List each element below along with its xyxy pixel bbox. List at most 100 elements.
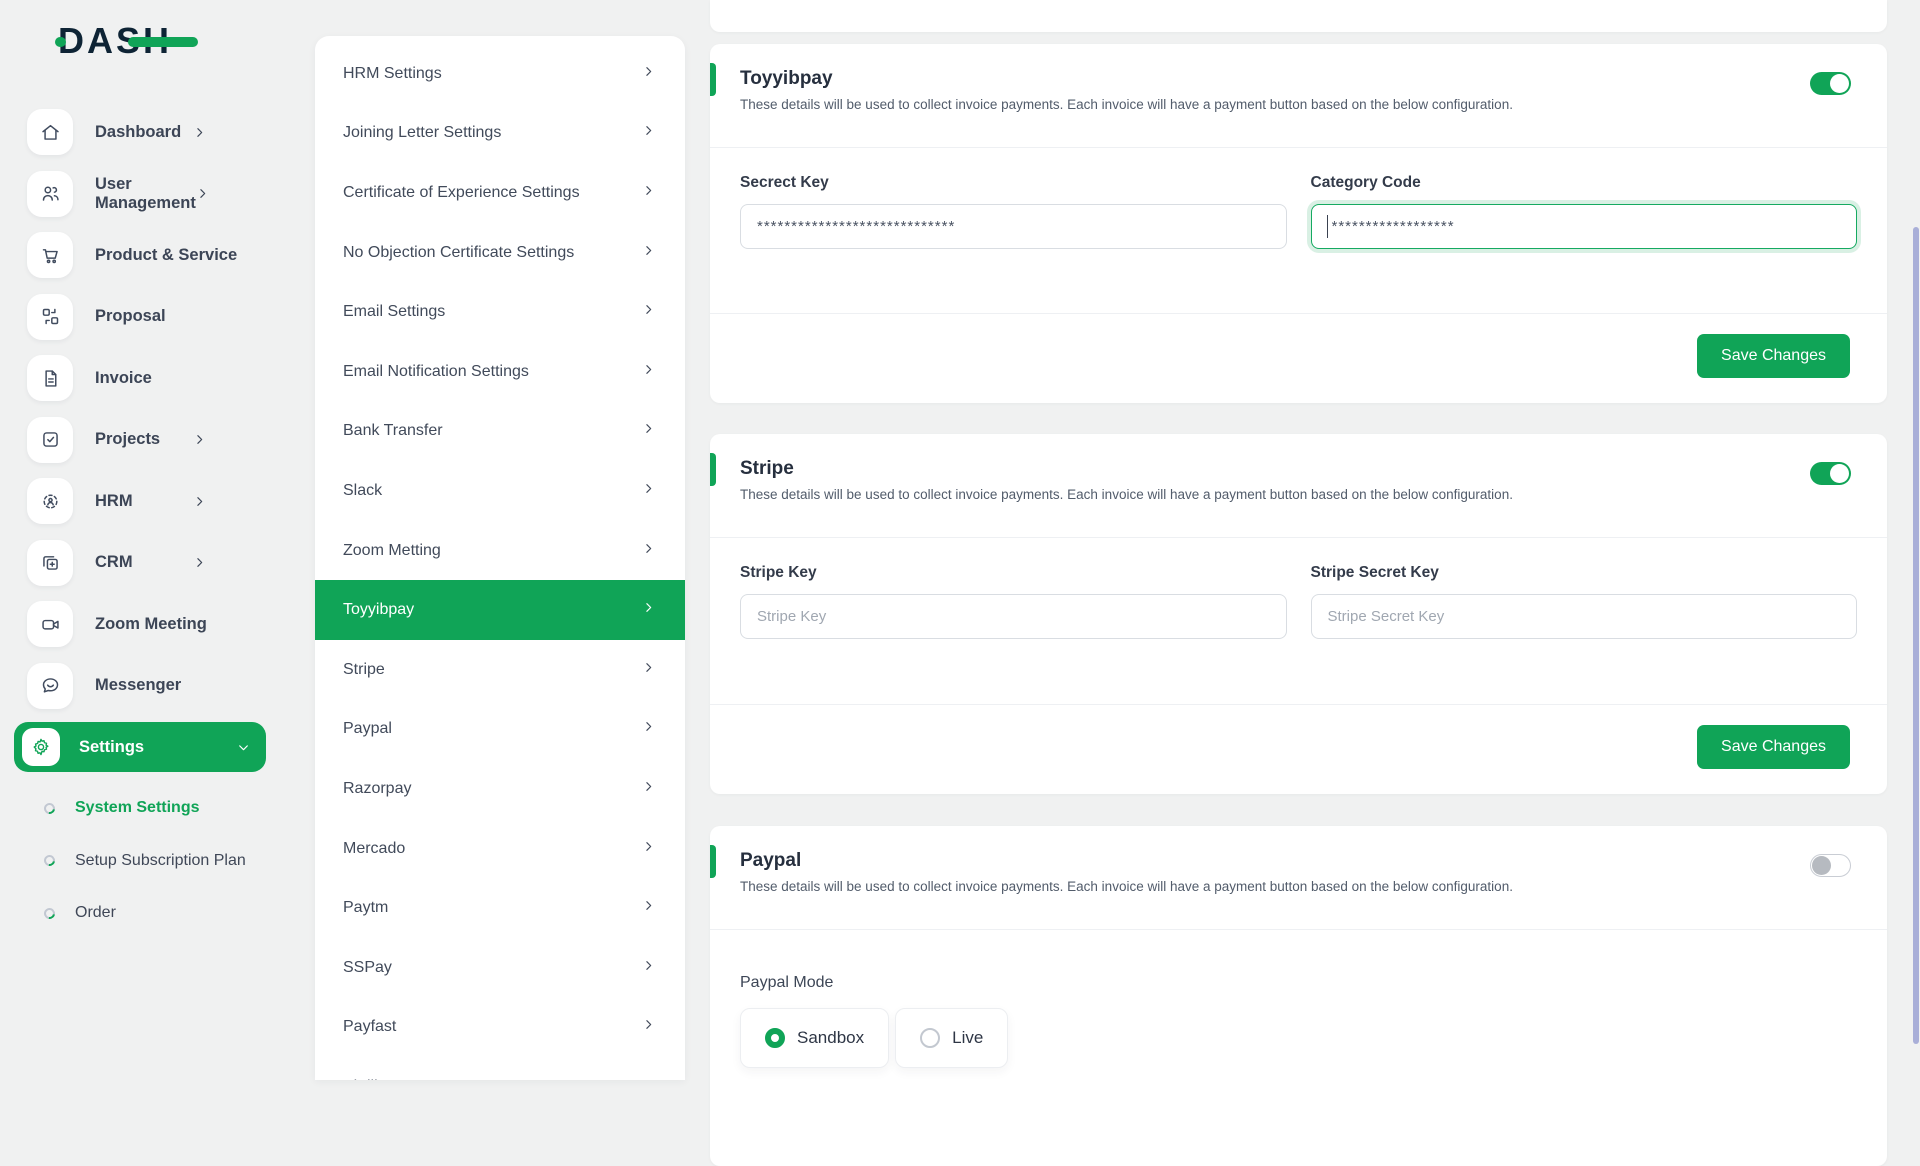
menu-item-label: Toyyibpay [343,601,414,619]
bullet-circle-icon [42,906,57,921]
sidebar-item-dashboard[interactable]: Dashboard [0,109,292,155]
menu-item-paytm[interactable]: Paytm [315,878,685,938]
sidebar-item-product-service[interactable]: Product & Service [0,232,292,278]
secret-key-input[interactable] [740,204,1287,249]
sidebar-item-projects[interactable]: Projects [0,417,292,463]
sidebar-item-user-management[interactable]: User Management [0,171,292,217]
chevron-right-icon [642,65,655,83]
field-label: Stripe Secret Key [1311,564,1858,582]
menu-item-email-settings[interactable]: Email Settings [315,282,685,342]
save-changes-button[interactable]: Save Changes [1697,725,1850,769]
paypal-enable-toggle[interactable] [1810,854,1851,877]
previous-card-bottom-edge [710,0,1887,32]
menu-item-toyyibpay-active[interactable]: Toyyibpay [315,580,685,640]
chevron-right-icon [642,899,655,917]
stripe-key-input[interactable] [740,594,1287,639]
chevron-right-icon [642,1018,655,1036]
menu-item-label: Email Settings [343,303,445,321]
menu-item-hrm-settings[interactable]: HRM Settings [315,44,685,104]
menu-item-label: Zoom Metting [343,542,441,560]
settings-menu-scrollbar[interactable] [1913,227,1919,1044]
menu-item-slack[interactable]: Slack [315,461,685,521]
menu-item-zoom-metting[interactable]: Zoom Metting [315,521,685,581]
sidebar-item-label: Proposal [95,307,166,326]
menu-item-paypal[interactable]: Paypal [315,700,685,760]
left-sidebar: DASH Dashboard User Management Product &… [0,0,292,1080]
sidebar-item-label: Projects [95,430,160,449]
invoice-document-icon [27,355,73,401]
subnav-item-order[interactable]: Order [0,887,292,940]
menu-item-label: Razorpay [343,780,411,798]
projects-check-icon [27,417,73,463]
category-code-input[interactable] [1311,204,1858,249]
menu-item-label: Mercado [343,840,405,858]
menu-item-bank-transfer[interactable]: Bank Transfer [315,402,685,462]
radio-label: Sandbox [797,1028,864,1048]
home-icon [27,109,73,155]
menu-item-stripe[interactable]: Stripe [315,640,685,700]
card-description: These details will be used to collect in… [740,487,1857,502]
menu-item-label: SSPay [343,959,392,977]
users-icon [27,171,73,217]
paypal-mode-sandbox-option[interactable]: Sandbox [740,1008,889,1068]
chevron-right-icon [642,601,655,619]
menu-item-label: Slack [343,482,382,500]
chevron-right-icon [642,363,655,381]
radio-label: Live [952,1028,983,1048]
card-accent-bar [710,845,716,878]
chat-bubble-icon [27,663,73,709]
chevron-right-icon [193,556,206,569]
toggle-knob [1830,74,1849,93]
sidebar-item-label: Messenger [95,676,181,695]
chevron-right-icon [642,422,655,440]
settings-subnav: System Settings Setup Subscription Plan … [0,782,292,940]
stripe-secret-key-input[interactable] [1311,594,1858,639]
sidebar-item-hrm[interactable]: HRM [0,478,292,524]
sidebar-item-label: User Management [95,175,196,213]
menu-item-joining-letter-settings[interactable]: Joining Letter Settings [315,104,685,164]
chevron-right-icon [196,187,209,200]
toggle-knob [1812,856,1831,875]
menu-item-email-notification-settings[interactable]: Email Notification Settings [315,342,685,402]
subnav-item-system-settings[interactable]: System Settings [0,782,292,835]
radio-selected-icon[interactable] [765,1028,785,1048]
radio-unselected-icon[interactable] [920,1028,940,1048]
menu-item-label: Certificate of Experience Settings [343,184,580,202]
stripe-card: Stripe These details will be used to col… [710,434,1887,794]
toyyibpay-card-header: Toyyibpay These details will be used to … [710,44,1887,148]
subnav-item-label: Setup Subscription Plan [75,852,246,870]
stripe-enable-toggle[interactable] [1810,462,1851,485]
chevron-right-icon [642,780,655,798]
menu-item-label: Joining Letter Settings [343,124,501,142]
menu-item-razorpay[interactable]: Razorpay [315,759,685,819]
menu-item-certificate-of-experience-settings[interactable]: Certificate of Experience Settings [315,163,685,223]
toggle-knob [1830,464,1849,483]
field-label: Secrect Key [740,174,1287,192]
app-logo[interactable]: DASH [58,20,172,62]
chevron-right-icon [642,303,655,321]
menu-item-sspay[interactable]: SSPay [315,938,685,998]
sidebar-item-crm[interactable]: CRM [0,540,292,586]
menu-item-payfast[interactable]: Payfast [315,998,685,1058]
video-camera-icon [27,601,73,647]
sidebar-item-settings-active[interactable]: Settings [14,722,266,772]
subnav-item-label: System Settings [75,799,199,817]
sidebar-nav: Dashboard User Management Product & Serv… [0,109,292,709]
sidebar-item-proposal[interactable]: Proposal [0,294,292,340]
sidebar-item-invoice[interactable]: Invoice [0,355,292,401]
proposal-icon [27,294,73,340]
menu-item-no-objection-certificate-settings[interactable]: No Objection Certificate Settings [315,223,685,283]
sidebar-item-zoom-meeting[interactable]: Zoom Meeting [0,601,292,647]
chevron-right-icon [642,124,655,142]
toyyibpay-enable-toggle[interactable] [1810,72,1851,95]
subnav-item-setup-subscription-plan[interactable]: Setup Subscription Plan [0,835,292,888]
menu-item-mercado[interactable]: Mercado [315,819,685,879]
save-changes-button[interactable]: Save Changes [1697,334,1850,378]
sidebar-item-label: Settings [79,738,144,757]
paypal-mode-live-option[interactable]: Live [895,1008,1008,1068]
toyyibpay-card-footer: Save Changes [710,313,1887,403]
menu-item-skrill[interactable]: Skrill [315,1057,685,1080]
paypal-mode-label: Paypal Mode [740,974,1857,992]
card-title: Paypal [740,850,1857,872]
sidebar-item-messenger[interactable]: Messenger [0,663,292,709]
